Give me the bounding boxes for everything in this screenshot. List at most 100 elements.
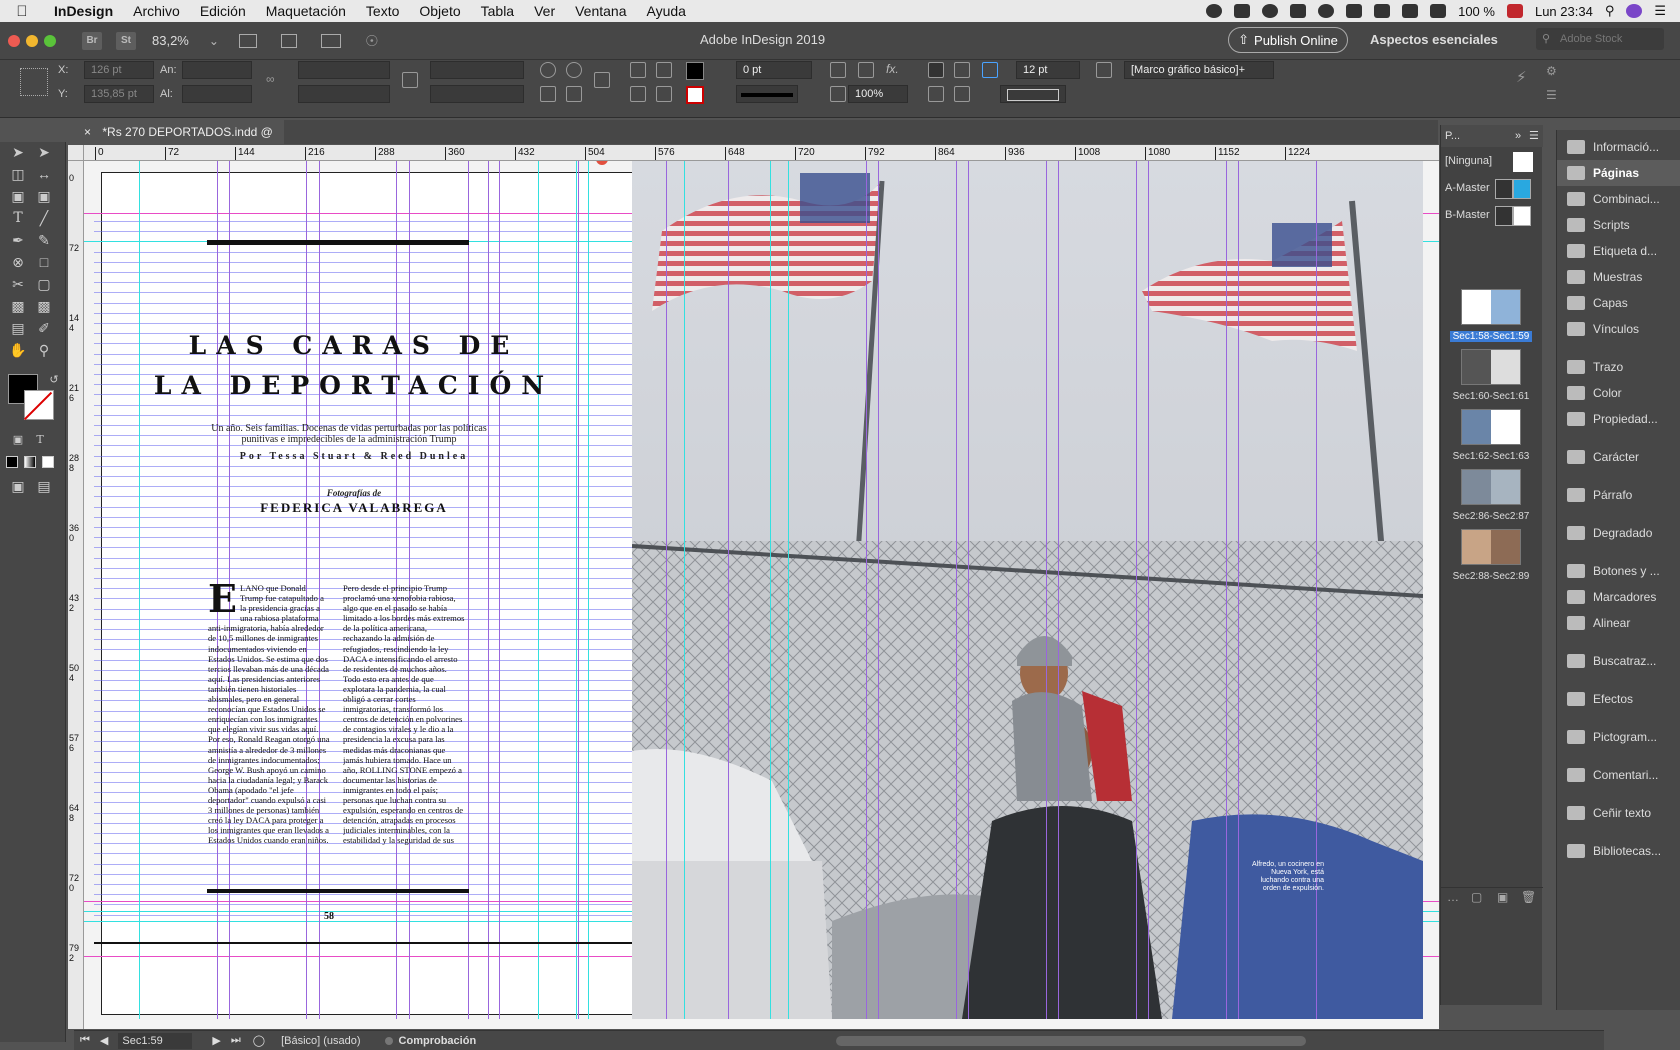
dock-text-wrap[interactable]: Ceñir texto (1557, 800, 1680, 826)
lightning-icon[interactable]: ⚡ (1516, 68, 1527, 86)
dock-pathfinder[interactable]: Buscatraz... (1557, 648, 1680, 674)
menu-edicion[interactable]: Edición (190, 3, 256, 19)
scissors-tool-icon[interactable]: ✂ (8, 274, 28, 294)
document-tab[interactable]: × *Rs 270 DEPORTADOS.indd @ 83% (74, 120, 284, 163)
formatting-container-icon[interactable]: ▣ (8, 430, 28, 450)
spread-thumb-5[interactable]: Sec2:88-Sec2:89 (1441, 529, 1541, 582)
opacity-field[interactable]: 100% (848, 85, 908, 103)
fill-swatch[interactable] (686, 62, 704, 80)
stroke-type-select[interactable] (736, 85, 798, 103)
article-byline[interactable]: Por Tessa Stuart & Reed Dunlea (194, 451, 514, 462)
menu-ayuda[interactable]: Ayuda (637, 3, 696, 19)
pen-tool-icon[interactable]: ✒ (8, 230, 28, 250)
menu-tabla[interactable]: Tabla (471, 3, 524, 19)
bridge-button[interactable]: Br (82, 31, 102, 50)
first-page-icon[interactable]: ⏮ (80, 1034, 90, 1047)
chevron-down-icon[interactable]: ⌄ (209, 34, 219, 48)
eyedropper-tool-icon[interactable]: ✐ (34, 318, 54, 338)
x-position-field[interactable]: 126 pt (84, 61, 154, 79)
minimize-window-button[interactable] (26, 34, 38, 47)
dock-layers[interactable]: Capas (1557, 290, 1680, 316)
article-headline[interactable]: LAS CARAS DE LA DEPORTACIÓN (144, 326, 564, 406)
content-collector-icon[interactable]: ▣ (8, 186, 28, 206)
cloud-icon[interactable] (1290, 4, 1307, 18)
battery-percent[interactable]: 100 % (1458, 4, 1495, 19)
height-field[interactable] (182, 85, 252, 103)
page-size-icon[interactable]: … (1447, 890, 1459, 904)
dock-libraries[interactable]: Bibliotecas... (1557, 838, 1680, 864)
zoom-tool-icon[interactable]: ⚲ (34, 340, 54, 360)
rotate-cw-icon[interactable] (540, 62, 556, 78)
line-tool-icon[interactable]: ╱ (34, 208, 54, 228)
delete-page-icon[interactable]: 🗑 (1521, 890, 1536, 904)
dock-paragraph[interactable]: Párrafo (1557, 482, 1680, 508)
formatting-text-icon[interactable]: T (30, 430, 50, 450)
screen-mode-icon[interactable] (280, 33, 297, 48)
opacity-icon[interactable] (830, 86, 846, 102)
zoom-window-button[interactable] (44, 34, 56, 47)
rectangle-frame-tool-icon[interactable]: ⊗ (8, 252, 28, 272)
rotate-ccw-icon[interactable] (566, 62, 582, 78)
panel-menu-icon[interactable]: ☰ (1546, 88, 1557, 102)
menu-app[interactable]: InDesign (44, 3, 123, 19)
dock-glyphs[interactable]: Pictogram... (1557, 724, 1680, 750)
gap-field[interactable]: 12 pt (1016, 61, 1080, 79)
note-tool-icon[interactable]: ▤ (8, 318, 28, 338)
keyboard-flag-icon[interactable] (1506, 4, 1523, 18)
content-placer-icon[interactable]: ▣ (34, 186, 54, 206)
constrain-proportions-icon[interactable]: ∞ (266, 72, 282, 88)
dock-stroke[interactable]: Trazo (1557, 354, 1680, 380)
view-options-icon[interactable] (238, 33, 257, 48)
photo-credit-label[interactable]: Fotografías de (264, 488, 444, 498)
previous-page-icon[interactable]: ◀ (100, 1034, 108, 1047)
gap-tool-icon[interactable]: ↔ (34, 164, 54, 184)
horizontal-ruler[interactable]: 0 72 144 216 288 360 432 504 576 648 720 792 864 936 1… (84, 145, 1439, 161)
preflight-label[interactable]: Comprobación (399, 1035, 477, 1047)
master-b[interactable]: B-Master (1441, 204, 1543, 226)
rotation-field[interactable] (430, 61, 524, 79)
horizontal-scrollbar[interactable] (836, 1035, 1307, 1046)
page-tool-icon[interactable]: ◫ (8, 164, 28, 184)
photo-caption[interactable]: Alfredo, un cocinero en Nueva York, está… (1242, 861, 1324, 893)
dock-links[interactable]: Vínculos (1557, 316, 1680, 342)
adobe-stock-search[interactable]: ⚲ Adobe Stock (1536, 28, 1664, 50)
normal-view-icon[interactable]: ▣ (8, 476, 28, 496)
menu-texto[interactable]: Texto (356, 3, 409, 19)
spread-thumb-1[interactable]: Sec1:58-Sec1:59 (1441, 289, 1541, 342)
dock-gradient[interactable]: Degradado (1557, 520, 1680, 546)
sync-icon[interactable] (1262, 4, 1279, 18)
free-transform-tool-icon[interactable]: ▢ (34, 274, 54, 294)
reference-point-icon[interactable] (20, 68, 48, 96)
dock-data-merge[interactable]: Combinaci... (1557, 186, 1680, 212)
menu-objeto[interactable]: Objeto (409, 3, 470, 19)
arrange-documents-icon[interactable] (320, 33, 341, 48)
select-next-icon[interactable] (656, 86, 672, 102)
vertical-ruler[interactable]: 0 72 144 216 288 360 432 504 576 648 720 792 (68, 161, 84, 1029)
menu-ver[interactable]: Ver (524, 3, 565, 19)
gradient-swatch-tool-icon[interactable]: ▩ (8, 296, 28, 316)
hand-tool-icon[interactable]: ✋ (8, 340, 28, 360)
creative-cloud-icon[interactable] (1206, 4, 1223, 18)
pages-panel-menu-icon[interactable]: ☰ (1529, 125, 1539, 147)
body-column-2[interactable]: Pero desde el principio Trump proclamó u… (343, 583, 465, 845)
stroke-weight-field[interactable]: 0 pt (736, 61, 812, 79)
dock-script-label[interactable]: Etiqueta d... (1557, 238, 1680, 264)
screen-mode-tool-icon[interactable]: ▤ (34, 476, 54, 496)
link-scale-icon[interactable] (402, 72, 418, 88)
y-position-field[interactable]: 135,85 pt (84, 85, 154, 103)
stock-button[interactable]: St (116, 31, 136, 50)
type-tool-icon[interactable]: T (8, 208, 28, 228)
edit-page-size-icon[interactable]: ▢ (1471, 890, 1482, 904)
notification-center-icon[interactable]: ☰ (1654, 3, 1666, 19)
dock-swatches[interactable]: Muestras (1557, 264, 1680, 290)
spread-thumb-4[interactable]: Sec2:86-Sec2:87 (1441, 469, 1541, 522)
drop-shadow-icon[interactable] (858, 62, 874, 78)
workspace-switcher[interactable]: Aspectos esenciales (1370, 32, 1498, 47)
apply-gradient-icon[interactable] (24, 456, 36, 468)
menu-ventana[interactable]: Ventana (565, 3, 636, 19)
dock-info[interactable]: Informació... (1557, 134, 1680, 160)
article-subtitle[interactable]: Un año. Seis familias. Docenas de vidas … (199, 423, 499, 445)
dock-properties[interactable]: Propiedad... (1557, 406, 1680, 432)
master-a[interactable]: A-Master (1441, 177, 1543, 199)
dock-bookmarks[interactable]: Marcadores (1557, 584, 1680, 610)
